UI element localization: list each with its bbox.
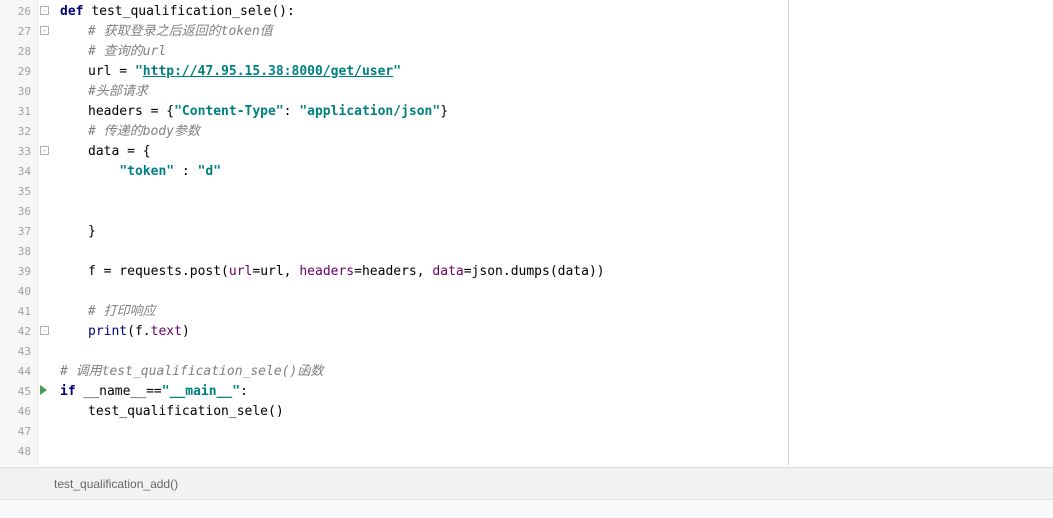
code-token: test_qualification_sele(): [88, 404, 284, 419]
code-line[interactable]: url = "http://47.95.15.38:8000/get/user": [60, 62, 788, 82]
line-number: 46: [0, 402, 31, 422]
breadcrumb-panel[interactable]: test_qualification_add(): [0, 467, 1053, 499]
code-line[interactable]: f = requests.post(url=url, headers=heade…: [60, 262, 788, 282]
run-gutter-icon[interactable]: [40, 385, 47, 395]
code-token: __name__==: [83, 384, 161, 399]
code-token: "__main__": [162, 384, 240, 399]
code-line[interactable]: [60, 442, 788, 462]
line-number: 32: [0, 122, 31, 142]
code-token: #头部请求: [88, 84, 148, 99]
line-number: 34: [0, 162, 31, 182]
status-bar: [0, 499, 1053, 518]
code-token: }: [88, 224, 96, 239]
code-line[interactable]: print(f.text): [60, 322, 788, 342]
code-line[interactable]: # 调用test_qualification_sele()函数: [60, 362, 788, 382]
code-token: ": [135, 64, 143, 79]
line-number: 26: [0, 2, 31, 22]
code-token: =headers,: [354, 264, 432, 279]
code-line[interactable]: #头部请求: [60, 82, 788, 102]
code-line[interactable]: [60, 422, 788, 442]
code-token: # 打印响应: [88, 304, 156, 319]
code-token: ():: [271, 4, 294, 19]
code-token: data: [432, 264, 463, 279]
line-number: 28: [0, 42, 31, 62]
fold-toggle-icon[interactable]: -: [40, 326, 49, 335]
code-token: if: [60, 384, 83, 399]
line-number: 42: [0, 322, 31, 342]
line-number: 40: [0, 282, 31, 302]
code-token: http://47.95.15.38:8000/get/user: [143, 64, 393, 79]
line-number: 33: [0, 142, 31, 162]
code-token: :: [174, 164, 197, 179]
line-number: 30: [0, 82, 31, 102]
code-token: headers: [299, 264, 354, 279]
code-token: [88, 164, 119, 179]
code-token: print: [88, 324, 127, 339]
editor-right-margin: [789, 0, 1053, 465]
code-token: :: [240, 384, 248, 399]
fold-toggle-icon[interactable]: -: [40, 6, 49, 15]
code-token: def: [60, 4, 91, 19]
code-line[interactable]: [60, 242, 788, 262]
line-number: 48: [0, 442, 31, 462]
code-line[interactable]: # 传递的body参数: [60, 122, 788, 142]
code-token: "application/json": [299, 104, 440, 119]
line-number: 31: [0, 102, 31, 122]
code-line[interactable]: # 查询的url: [60, 42, 788, 62]
code-token: :: [284, 104, 300, 119]
line-number: 37: [0, 222, 31, 242]
code-token: ): [182, 324, 190, 339]
line-number: 29: [0, 62, 31, 82]
code-token: "Content-Type": [174, 104, 284, 119]
code-line[interactable]: }: [60, 222, 788, 242]
code-token: # 传递的body参数: [88, 124, 200, 139]
code-line[interactable]: data = {: [60, 142, 788, 162]
code-token: =json.dumps(data)): [464, 264, 605, 279]
code-token: # 获取登录之后返回的token值: [88, 24, 273, 39]
code-line[interactable]: [60, 182, 788, 202]
line-number: 27: [0, 22, 31, 42]
code-token: data = {: [88, 144, 151, 159]
line-number: 41: [0, 302, 31, 322]
code-line[interactable]: if __name__=="__main__":: [60, 382, 788, 402]
code-token: ": [393, 64, 401, 79]
code-line[interactable]: # 打印响应: [60, 302, 788, 322]
line-number: 47: [0, 422, 31, 442]
code-line[interactable]: [60, 342, 788, 362]
code-token: (f.: [127, 324, 150, 339]
code-token: =url,: [252, 264, 299, 279]
code-token: "d": [198, 164, 221, 179]
code-area[interactable]: def test_qualification_sele(): # 获取登录之后返回…: [52, 0, 788, 465]
code-token: "token": [119, 164, 174, 179]
code-token: text: [151, 324, 182, 339]
fold-column: - - - -: [38, 0, 52, 465]
code-token: # 查询的url: [88, 44, 166, 59]
code-token: url: [229, 264, 252, 279]
line-number: 38: [0, 242, 31, 262]
code-token: headers = {: [88, 104, 174, 119]
code-line[interactable]: def test_qualification_sele():: [60, 2, 788, 22]
code-line[interactable]: [60, 282, 788, 302]
line-number: 36: [0, 202, 31, 222]
line-number: 35: [0, 182, 31, 202]
code-line[interactable]: test_qualification_sele(): [60, 402, 788, 422]
breadcrumb-text: test_qualification_add(): [54, 477, 178, 491]
code-token: test_qualification_sele: [91, 4, 271, 19]
fold-toggle-icon[interactable]: -: [40, 146, 49, 155]
code-token: # 调用test_qualification_sele()函数: [60, 364, 323, 379]
line-number: 43: [0, 342, 31, 362]
code-line[interactable]: # 获取登录之后返回的token值: [60, 22, 788, 42]
editor-container: 2627282930313233343536373839404142434445…: [0, 0, 789, 465]
line-number: 45: [0, 382, 31, 402]
line-number: 44: [0, 362, 31, 382]
code-line[interactable]: [60, 202, 788, 222]
line-number: 39: [0, 262, 31, 282]
fold-toggle-icon[interactable]: -: [40, 26, 49, 35]
line-gutter: 2627282930313233343536373839404142434445…: [0, 0, 38, 465]
code-line[interactable]: "token" : "d": [60, 162, 788, 182]
code-token: f = requests.post(: [88, 264, 229, 279]
code-token: }: [440, 104, 448, 119]
code-token: url =: [88, 64, 135, 79]
code-line[interactable]: headers = {"Content-Type": "application/…: [60, 102, 788, 122]
